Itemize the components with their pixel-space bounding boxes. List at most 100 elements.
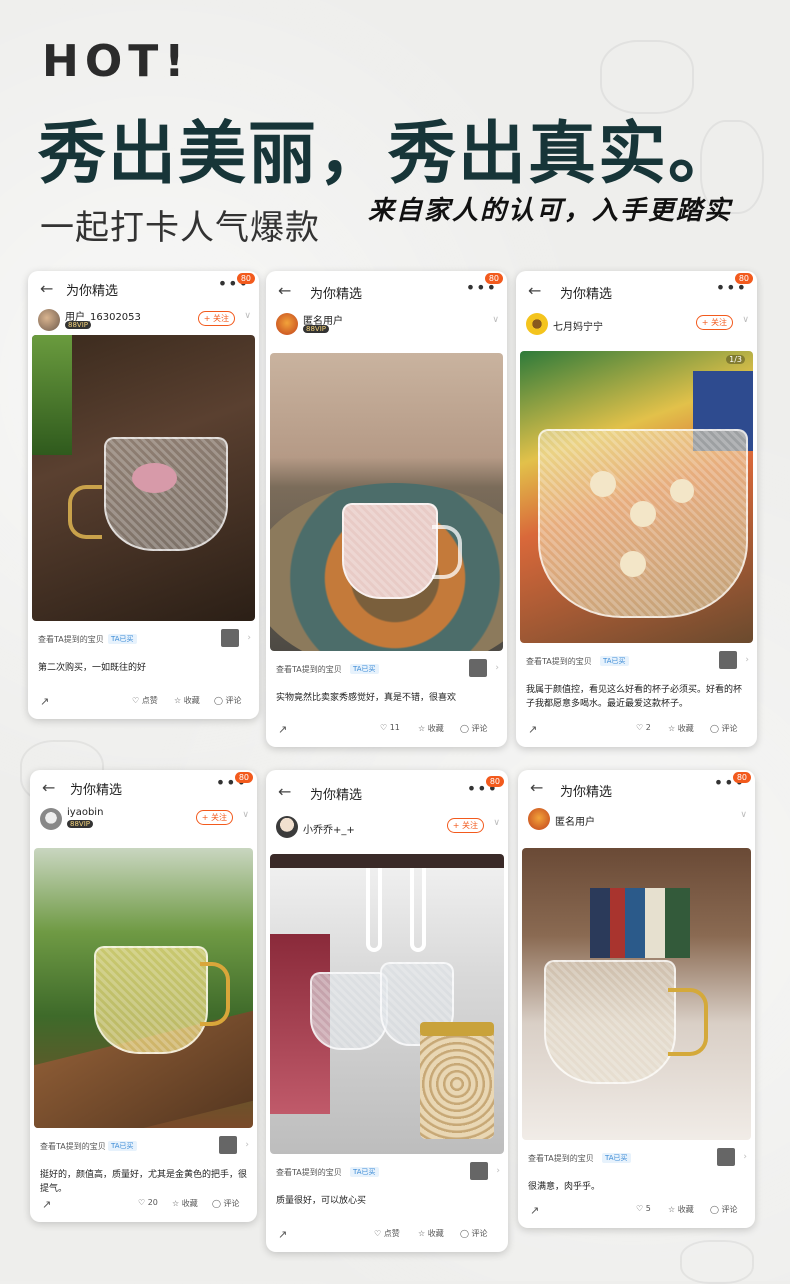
- user-name[interactable]: 七月妈宁宁: [553, 318, 603, 333]
- comment-button[interactable]: ◯ 评论: [212, 1198, 240, 1209]
- product-thumbnail[interactable]: [221, 629, 239, 647]
- notification-badge: 80: [484, 273, 503, 284]
- product-thumbnail[interactable]: [719, 651, 737, 669]
- hero-signature: 来自家人的认可，入手更踏实: [368, 196, 733, 226]
- collect-button[interactable]: ☆ 收藏: [668, 723, 694, 734]
- collect-button[interactable]: ☆ 收藏: [418, 1228, 444, 1239]
- back-arrow-icon[interactable]: ←: [528, 281, 541, 300]
- like-button[interactable]: ♡ 2: [636, 723, 651, 732]
- review-comment: 质量很好，可以放心买: [276, 1196, 367, 1206]
- chevron-right-icon[interactable]: ›: [743, 1152, 747, 1162]
- review-card: ← 为你精选 ••• 80 小乔乔+_+ + 关注 ∨ 查看TA提到的宝贝 TA…: [266, 770, 508, 1252]
- comment-button[interactable]: ◯ 评论: [710, 723, 738, 734]
- follow-button[interactable]: + 关注: [197, 311, 235, 326]
- purchased-tag: TA已买: [108, 634, 137, 644]
- share-icon[interactable]: ↗: [530, 1204, 539, 1217]
- follow-button[interactable]: + 关注: [695, 315, 733, 330]
- chevron-right-icon[interactable]: ›: [247, 633, 251, 643]
- avatar[interactable]: [276, 313, 298, 335]
- comment-button[interactable]: ◯ 评论: [710, 1204, 738, 1215]
- card-header-title: 为你精选: [310, 287, 363, 302]
- review-comment: 第二次购买，一如既往的好: [38, 663, 147, 673]
- review-photo[interactable]: [522, 848, 751, 1140]
- review-photo[interactable]: 1/3: [520, 351, 753, 643]
- chevron-right-icon[interactable]: ›: [745, 655, 749, 665]
- card-header-title: 为你精选: [560, 287, 613, 302]
- back-arrow-icon[interactable]: ←: [530, 778, 543, 797]
- glass-cup: [544, 960, 676, 1084]
- chevron-down-icon[interactable]: ∨: [493, 818, 500, 828]
- avatar[interactable]: [528, 808, 550, 830]
- vip-badge: 88VIP: [303, 325, 329, 333]
- follow-button[interactable]: + 关注: [195, 810, 233, 825]
- comment-button[interactable]: ◯ 评论: [214, 695, 242, 706]
- purchased-tag: TA已买: [600, 656, 629, 666]
- like-button[interactable]: ♡ 点赞: [374, 1228, 400, 1239]
- review-photo[interactable]: [34, 848, 253, 1128]
- vip-badge: 88VIP: [67, 820, 93, 828]
- card-header-title: 为你精选: [560, 785, 613, 800]
- product-thumbnail[interactable]: [717, 1148, 735, 1166]
- notification-badge: 80: [234, 772, 253, 783]
- review-card: ← 为你精选 ••• 80 匿名用户 88VIP ∨ 查看TA提到的宝贝 TA已…: [266, 271, 507, 747]
- mention-link[interactable]: 查看TA提到的宝贝: [38, 634, 104, 645]
- chevron-down-icon[interactable]: ∨: [244, 311, 251, 321]
- card-header-title: 为你精选: [70, 783, 123, 798]
- chevron-right-icon[interactable]: ›: [495, 663, 499, 673]
- share-icon[interactable]: ↗: [278, 723, 287, 736]
- mention-link[interactable]: 查看TA提到的宝贝: [528, 1153, 594, 1164]
- like-button[interactable]: ♡ 11: [380, 723, 400, 732]
- avatar[interactable]: [40, 808, 62, 830]
- collect-button[interactable]: ☆ 收藏: [668, 1204, 694, 1215]
- avatar[interactable]: [526, 313, 548, 335]
- notification-badge: 80: [485, 776, 504, 787]
- card-header-title: 为你精选: [310, 788, 363, 803]
- collect-button[interactable]: ☆ 收藏: [418, 723, 444, 734]
- user-name[interactable]: 小乔乔+_+: [303, 821, 355, 836]
- share-icon[interactable]: ↗: [40, 695, 49, 708]
- like-button[interactable]: ♡ 20: [138, 1198, 158, 1207]
- back-arrow-icon[interactable]: ←: [40, 279, 53, 298]
- share-icon[interactable]: ↗: [42, 1198, 51, 1211]
- purchased-tag: TA已买: [350, 664, 379, 674]
- avatar[interactable]: [38, 309, 60, 331]
- review-comment: 挺好的，颜值高，质量好，尤其是金黄色的把手，很提气。: [40, 1170, 248, 1194]
- chevron-down-icon[interactable]: ∨: [740, 810, 747, 820]
- back-arrow-icon[interactable]: ←: [278, 782, 291, 801]
- like-button[interactable]: ♡ 点赞: [132, 695, 158, 706]
- collect-button[interactable]: ☆ 收藏: [172, 1198, 198, 1209]
- card-header-title: 为你精选: [66, 284, 119, 299]
- chevron-down-icon[interactable]: ∨: [742, 315, 749, 325]
- chevron-down-icon[interactable]: ∨: [242, 810, 249, 820]
- user-name[interactable]: iyaobin: [67, 807, 103, 818]
- chevron-right-icon[interactable]: ›: [245, 1140, 249, 1150]
- review-photo[interactable]: [270, 854, 504, 1154]
- chevron-down-icon[interactable]: ∨: [492, 315, 499, 325]
- mention-link[interactable]: 查看TA提到的宝贝: [40, 1141, 106, 1152]
- avatar[interactable]: [276, 816, 298, 838]
- back-arrow-icon[interactable]: ←: [278, 281, 291, 300]
- product-thumbnail[interactable]: [469, 659, 487, 677]
- user-name[interactable]: 匿名用户: [555, 813, 595, 828]
- mention-link[interactable]: 查看TA提到的宝贝: [276, 1167, 342, 1178]
- comment-button[interactable]: ◯ 评论: [460, 1228, 488, 1239]
- chevron-right-icon[interactable]: ›: [496, 1166, 500, 1176]
- share-icon[interactable]: ↗: [278, 1228, 287, 1241]
- follow-button[interactable]: + 关注: [446, 818, 484, 833]
- review-photo[interactable]: [270, 353, 503, 651]
- share-icon[interactable]: ↗: [528, 723, 537, 736]
- mention-link[interactable]: 查看TA提到的宝贝: [276, 664, 342, 675]
- comment-button[interactable]: ◯ 评论: [460, 723, 488, 734]
- hero-title: 秀出美丽，秀出真实。: [38, 115, 739, 194]
- review-photo[interactable]: [32, 335, 255, 621]
- product-thumbnail[interactable]: [219, 1136, 237, 1154]
- like-button[interactable]: ♡ 5: [636, 1204, 651, 1213]
- notification-badge: 80: [732, 772, 751, 783]
- purchased-tag: TA已买: [350, 1167, 379, 1177]
- mention-link[interactable]: 查看TA提到的宝贝: [526, 656, 592, 667]
- product-thumbnail[interactable]: [470, 1162, 488, 1180]
- review-card: ← 为你精选 ••• 80 七月妈宁宁 + 关注 ∨ 1/3 查看TA提到的宝贝…: [516, 271, 757, 747]
- back-arrow-icon[interactable]: ←: [42, 778, 55, 797]
- review-card: ← 为你精选 ••• 80 用户_16302053 88VIP + 关注 ∨ 查…: [28, 271, 259, 719]
- collect-button[interactable]: ☆ 收藏: [174, 695, 200, 706]
